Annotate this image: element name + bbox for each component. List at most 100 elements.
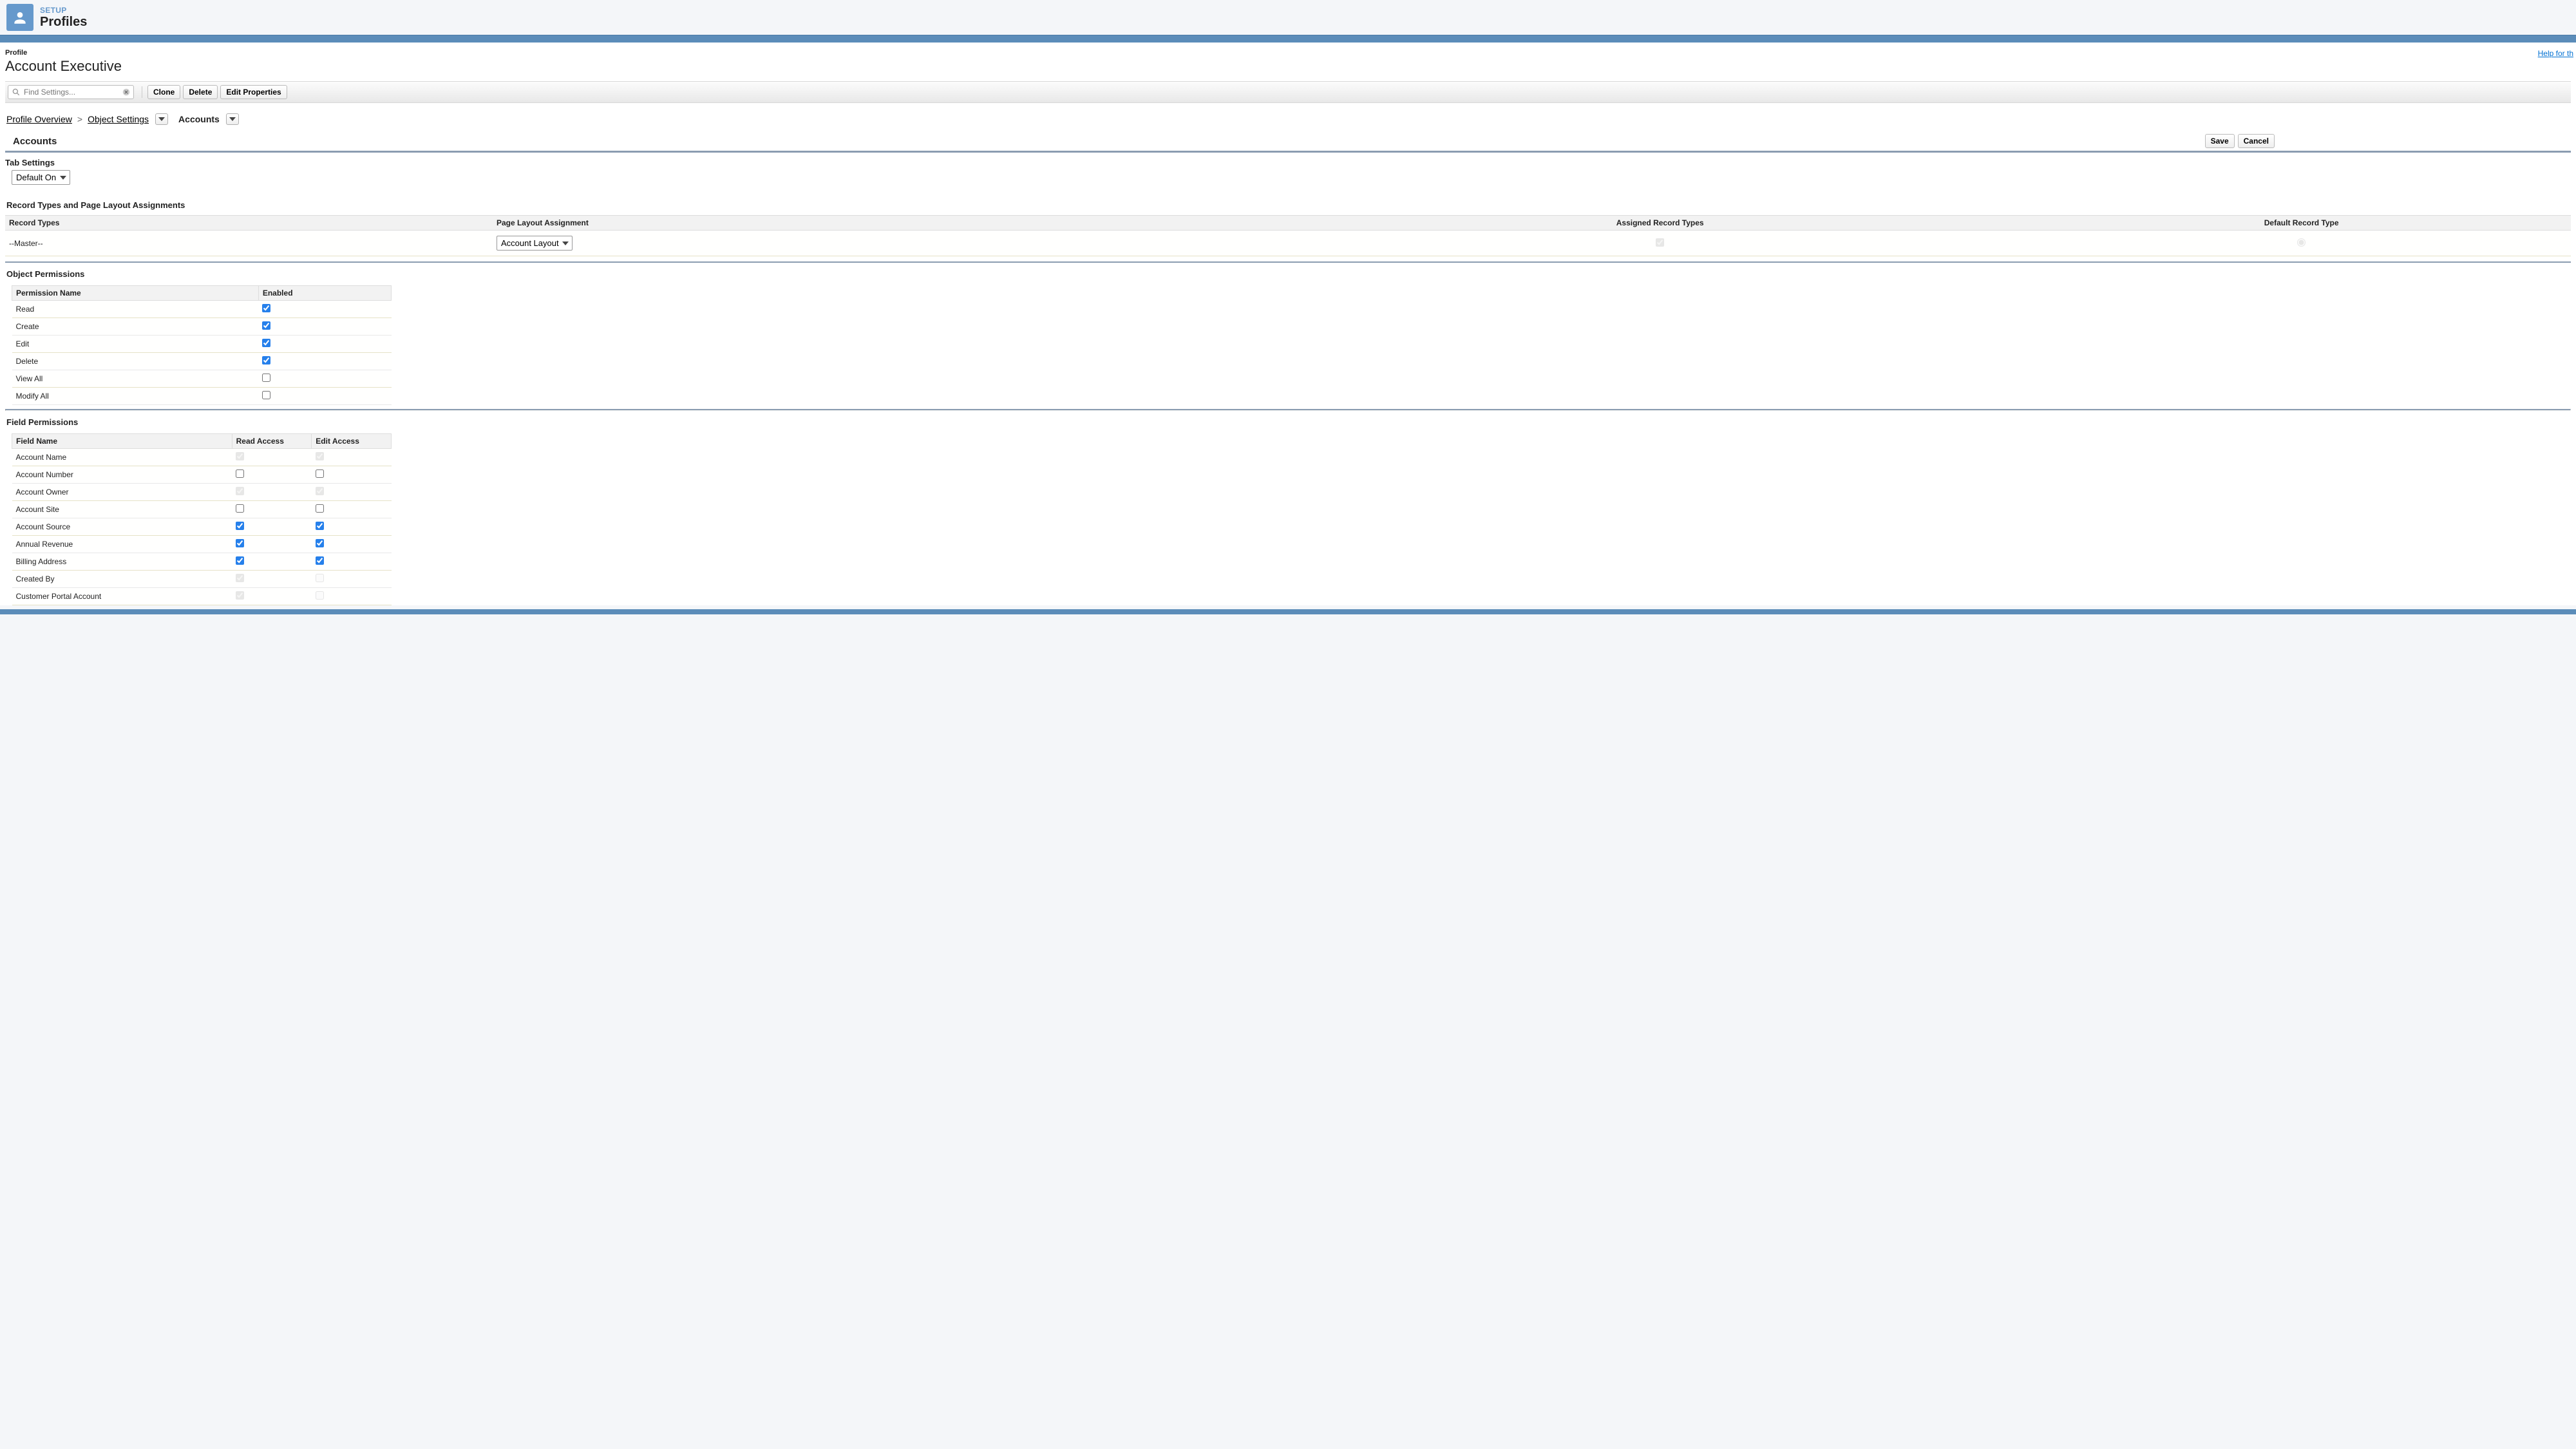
clear-icon[interactable] [122,88,131,97]
field-name: Billing Address [12,553,232,571]
read-checkbox [236,452,244,460]
decorative-bar [0,35,2576,43]
tab-settings-select[interactable]: Default OnDefault OffHidden [12,170,70,185]
read-checkbox[interactable] [236,522,244,530]
col-enabled: Enabled [258,286,391,301]
perm-name: Create [12,318,259,336]
object-settings-dropdown[interactable] [155,113,168,125]
perm-checkbox[interactable] [262,391,270,399]
edit-checkbox [316,574,324,582]
table-row: Customer Portal Account [12,588,392,605]
edit-checkbox [316,487,324,495]
edit-checkbox[interactable] [316,556,324,565]
rt-master: --Master-- [5,231,493,256]
table-row: Modify All [12,388,392,405]
search-icon [12,88,21,97]
field-name: Account Site [12,501,232,518]
assigned-checkbox [1656,238,1664,247]
edit-checkbox [316,591,324,600]
toolbar: Clone Delete Edit Properties [5,81,2571,103]
record-types-table: Record Types Page Layout Assignment Assi… [5,215,2571,256]
header-overline: SETUP [40,6,87,15]
col-perm-name: Permission Name [12,286,259,301]
perm-name: View All [12,370,259,388]
perm-checkbox[interactable] [262,339,270,347]
profile-name: Account Executive [5,58,122,75]
field-name: Created By [12,571,232,588]
col-field-name: Field Name [12,434,232,449]
edit-properties-button[interactable]: Edit Properties [220,85,287,99]
field-name: Account Number [12,466,232,484]
table-row: Create [12,318,392,336]
breadcrumb-current: Accounts [178,114,220,124]
accounts-dropdown[interactable] [226,113,239,125]
perm-name: Read [12,301,259,318]
table-row: Billing Address [12,553,392,571]
col-read: Read Access [232,434,312,449]
profiles-icon [6,4,33,31]
field-permissions-table: Field Name Read Access Edit Access Accou… [12,433,392,605]
edit-checkbox[interactable] [316,522,324,530]
perm-checkbox[interactable] [262,374,270,382]
perm-checkbox[interactable] [262,304,270,312]
search-input[interactable] [8,85,134,99]
field-name: Account Source [12,518,232,536]
delete-button[interactable]: Delete [183,85,218,99]
edit-checkbox[interactable] [316,469,324,478]
breadcrumb: Profile Overview > Object Settings Accou… [5,103,2571,131]
table-row: Account Name [12,449,392,466]
help-link[interactable]: Help for th [2538,49,2573,58]
table-row: View All [12,370,392,388]
record-types-title: Record Types and Page Layout Assignments [5,196,2571,214]
tab-settings-label: Tab Settings [5,158,2571,167]
edit-checkbox[interactable] [316,539,324,547]
read-checkbox[interactable] [236,469,244,478]
table-row: Account Source [12,518,392,536]
object-permissions-title: Object Permissions [5,267,2571,283]
perm-checkbox[interactable] [262,321,270,330]
field-name: Customer Portal Account [12,588,232,605]
read-checkbox [236,591,244,600]
field-name: Account Owner [12,484,232,501]
edit-checkbox [316,452,324,460]
perm-name: Delete [12,353,259,370]
table-row: Delete [12,353,392,370]
field-permissions-title: Field Permissions [5,415,2571,431]
section-title: Accounts [13,136,57,147]
table-row: Account Number [12,466,392,484]
app-header: SETUP Profiles [0,0,2576,35]
perm-name: Modify All [12,388,259,405]
default-radio [2297,238,2306,247]
read-checkbox[interactable] [236,539,244,547]
profile-label: Profile [5,49,122,57]
table-row: Edit [12,336,392,353]
read-checkbox[interactable] [236,556,244,565]
breadcrumb-overview[interactable]: Profile Overview [6,114,72,124]
table-row: --Master-- Account Layout [5,231,2571,256]
perm-name: Edit [12,336,259,353]
clone-button[interactable]: Clone [147,85,180,99]
col-layout: Page Layout Assignment [493,216,1288,231]
table-row: Annual Revenue [12,536,392,553]
read-checkbox [236,487,244,495]
edit-checkbox[interactable] [316,504,324,513]
table-row: Account Owner [12,484,392,501]
table-row: Created By [12,571,392,588]
save-button[interactable]: Save [2205,134,2235,148]
col-default: Default Record Type [2032,216,2571,231]
bottom-bar [0,609,2576,614]
object-permissions-table: Permission Name Enabled ReadCreateEditDe… [12,285,392,405]
col-assigned: Assigned Record Types [1288,216,2032,231]
read-checkbox [236,574,244,582]
layout-select[interactable]: Account Layout [497,236,573,251]
perm-checkbox[interactable] [262,356,270,365]
header-title: Profiles [40,15,87,30]
cancel-button[interactable]: Cancel [2238,134,2275,148]
col-record-types: Record Types [5,216,493,231]
breadcrumb-object-settings[interactable]: Object Settings [88,114,149,124]
table-row: Read [12,301,392,318]
read-checkbox[interactable] [236,504,244,513]
field-name: Account Name [12,449,232,466]
col-edit: Edit Access [312,434,392,449]
table-row: Account Site [12,501,392,518]
